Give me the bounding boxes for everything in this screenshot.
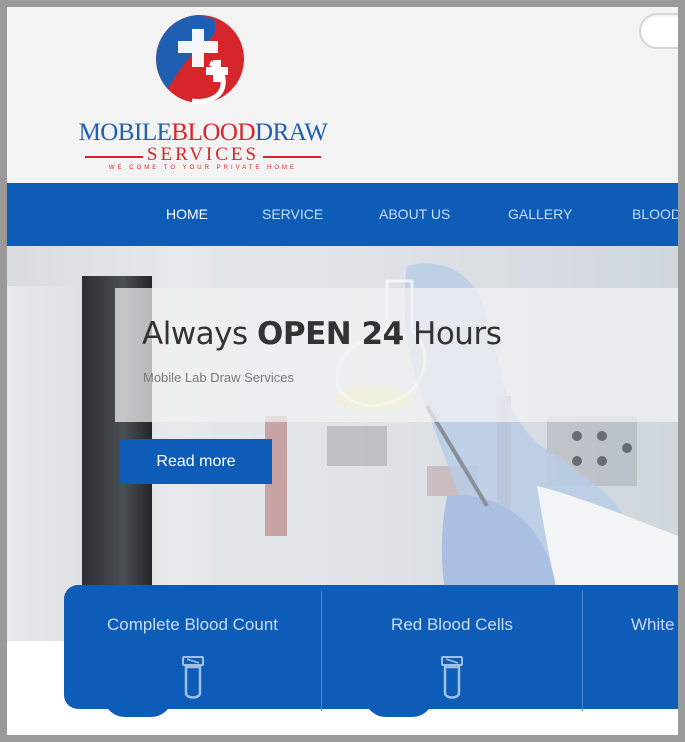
logo-word-mobile: MOBILE <box>78 119 172 146</box>
service-label: Red Blood Cells <box>391 615 513 634</box>
screenshot-frame: MOBILEBLOODDRAW SERVICES WE COME TO YOUR… <box>0 0 685 742</box>
service-card-complete-blood-count[interactable]: Complete Blood Count <box>64 585 321 709</box>
logo-tagline: WE COME TO YOUR PRIVATE HOME <box>108 165 298 171</box>
hero-caption-panel <box>115 288 678 422</box>
hero-title-pre: Always <box>142 316 258 352</box>
site-header: MOBILEBLOODDRAW SERVICES WE COME TO YOUR… <box>7 7 678 183</box>
hero-title-bold: OPEN 24 <box>257 316 404 352</box>
medical-cross-emblem-icon <box>156 15 244 104</box>
test-tube-icon <box>441 656 463 699</box>
hero-slider: Always OPEN 24 Hours Mobile Lab Draw Ser… <box>7 246 678 641</box>
nav-item-home[interactable]: HOME <box>166 183 208 246</box>
service-label: Complete Blood Count <box>106 615 279 634</box>
service-card-red-blood-cells[interactable]: Red Blood Cells <box>322 585 582 709</box>
hero-title: Always OPEN 24 Hours <box>142 316 502 352</box>
logo-divider-right <box>263 156 321 158</box>
menu-toggle[interactable] <box>639 13 678 49</box>
services-strip: Complete Blood Count Red Blood Cells Whi… <box>64 585 678 711</box>
read-more-button[interactable]: Read more <box>120 439 272 484</box>
page-viewport: MOBILEBLOODDRAW SERVICES WE COME TO YOUR… <box>7 7 678 735</box>
nav-item-gallery[interactable]: GALLERY <box>508 183 572 246</box>
nav-item-about-us[interactable]: ABOUT US <box>379 183 450 246</box>
hero-title-post: Hours <box>403 316 502 352</box>
site-logo[interactable]: MOBILEBLOODDRAW SERVICES WE COME TO YOUR… <box>63 11 343 176</box>
main-navigation: HOME SERVICE ABOUT US GALLERY BLOOD <box>7 183 678 246</box>
nav-item-service[interactable]: SERVICE <box>262 183 323 246</box>
service-notch <box>103 695 173 717</box>
nav-item-blood[interactable]: BLOOD <box>632 183 678 246</box>
service-card-white[interactable]: White <box>583 585 678 709</box>
logo-word-blood: BLOOD <box>171 119 256 146</box>
logo-subtitle: SERVICES <box>146 144 260 165</box>
logo-title: MOBILEBLOODDRAW <box>63 119 343 147</box>
service-label: White <box>631 615 675 634</box>
hero-subtitle: Mobile Lab Draw Services <box>143 370 295 385</box>
service-notch <box>364 695 434 717</box>
logo-word-draw: DRAW <box>255 119 328 146</box>
test-tube-icon <box>181 656 204 699</box>
